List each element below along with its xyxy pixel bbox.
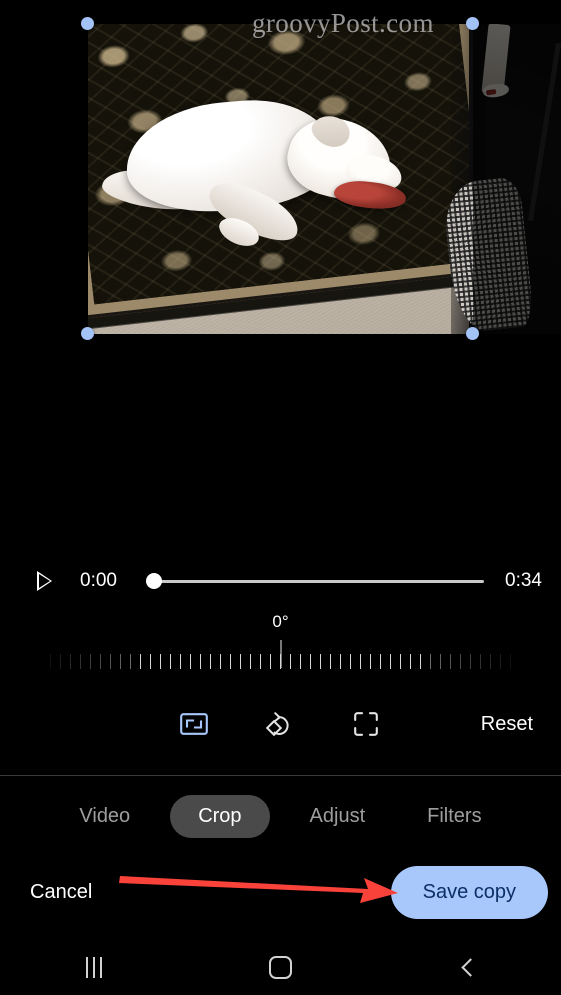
rotation-tick xyxy=(340,654,341,669)
rotation-tick xyxy=(440,654,441,669)
rotation-tick xyxy=(80,654,81,669)
crop-dim-overlay-right xyxy=(473,0,561,350)
cancel-button[interactable]: Cancel xyxy=(24,873,98,912)
tab-crop[interactable]: Crop xyxy=(170,794,270,838)
rotation-tick xyxy=(310,654,311,669)
rotation-tick xyxy=(180,654,181,669)
rotation-tick xyxy=(70,654,71,669)
rotation-tick xyxy=(220,654,221,669)
rotation-tick xyxy=(390,654,391,669)
rotation-tick xyxy=(320,654,321,669)
seek-bar[interactable] xyxy=(146,570,484,592)
free-crop-button[interactable] xyxy=(340,700,392,748)
rotation-tick xyxy=(230,654,231,669)
save-copy-button[interactable]: Save copy xyxy=(390,865,548,919)
home-button[interactable] xyxy=(187,940,374,995)
play-icon xyxy=(36,571,52,591)
back-icon xyxy=(460,958,480,977)
rotation-tick xyxy=(100,654,101,669)
crop-tools-row: Reset xyxy=(0,698,561,750)
reset-button[interactable]: Reset xyxy=(477,707,537,742)
rotation-tick xyxy=(160,654,161,669)
rotation-tick xyxy=(330,654,331,669)
rotation-tick xyxy=(60,654,61,669)
rotation-tick xyxy=(250,654,251,669)
rotation-tick xyxy=(300,654,301,669)
section-divider xyxy=(0,775,561,776)
editor-tabs: Video Crop Adjust Filters xyxy=(0,790,561,842)
rotation-tick xyxy=(490,654,491,669)
rotation-tick xyxy=(290,654,291,669)
playback-controls: 0:00 0:34 xyxy=(0,560,561,602)
rotation-tick xyxy=(470,654,471,669)
rotation-tick xyxy=(260,654,261,669)
rotation-tick xyxy=(270,654,271,669)
free-crop-icon xyxy=(354,712,378,736)
rotation-value-label: 0° xyxy=(272,612,289,631)
rotation-tick xyxy=(200,654,201,669)
rotation-tick xyxy=(460,654,461,669)
android-nav-bar xyxy=(0,940,561,995)
rotation-tick xyxy=(430,654,431,669)
seek-thumb[interactable] xyxy=(146,573,162,589)
home-icon xyxy=(269,956,292,979)
rotation-tick xyxy=(360,654,361,669)
rotation-tick xyxy=(190,654,191,669)
action-bar: Cancel Save copy xyxy=(0,860,561,924)
rotation-tick xyxy=(110,654,111,669)
rotation-tick xyxy=(140,654,141,669)
rotate-button[interactable] xyxy=(254,700,306,748)
current-time-label: 0:00 xyxy=(80,570,117,591)
crop-handle-top-right[interactable] xyxy=(466,17,479,30)
rotation-tick xyxy=(370,654,371,669)
play-button[interactable] xyxy=(22,560,66,602)
recents-button[interactable] xyxy=(0,940,187,995)
rotation-tick xyxy=(380,654,381,669)
tab-adjust[interactable]: Adjust xyxy=(288,795,388,838)
crop-dim-overlay-left xyxy=(0,0,88,350)
crop-handle-bottom-left[interactable] xyxy=(81,327,94,340)
rotation-tick xyxy=(170,654,171,669)
rotation-tick xyxy=(50,654,51,669)
back-button[interactable] xyxy=(374,940,561,995)
rotation-tick xyxy=(240,654,241,669)
rotation-tick xyxy=(400,654,401,669)
seek-track xyxy=(146,579,484,583)
rotation-tick xyxy=(410,654,411,669)
rotation-tick xyxy=(90,654,91,669)
rotation-tick xyxy=(510,654,511,669)
rotation-tick xyxy=(210,654,211,669)
rotation-tick xyxy=(280,654,281,669)
crop-handle-top-left[interactable] xyxy=(81,17,94,30)
total-time-label: 0:34 xyxy=(505,570,542,591)
rotation-tick xyxy=(120,654,121,669)
rotation-tick xyxy=(350,654,351,669)
recents-icon xyxy=(85,957,102,978)
rotation-tick xyxy=(500,654,501,669)
rotate-left-icon xyxy=(266,712,289,737)
aspect-ratio-button[interactable] xyxy=(168,700,220,748)
rotation-tick xyxy=(420,654,421,669)
rotation-tick xyxy=(480,654,481,669)
crop-stage[interactable]: groovyPost.com xyxy=(0,0,561,350)
rotation-tick xyxy=(130,654,131,669)
crop-handle-bottom-right[interactable] xyxy=(466,327,479,340)
tab-filters[interactable]: Filters xyxy=(405,795,503,838)
rotation-ticks[interactable] xyxy=(50,654,511,674)
photo-editor-screen: groovyPost.com 0:00 0:34 0° Reset Video … xyxy=(0,0,561,995)
rotation-tick xyxy=(450,654,451,669)
rotation-tick xyxy=(150,654,151,669)
aspect-ratio-icon xyxy=(180,713,208,735)
tab-video[interactable]: Video xyxy=(57,795,152,838)
rotation-dial[interactable]: 0° xyxy=(0,612,561,674)
